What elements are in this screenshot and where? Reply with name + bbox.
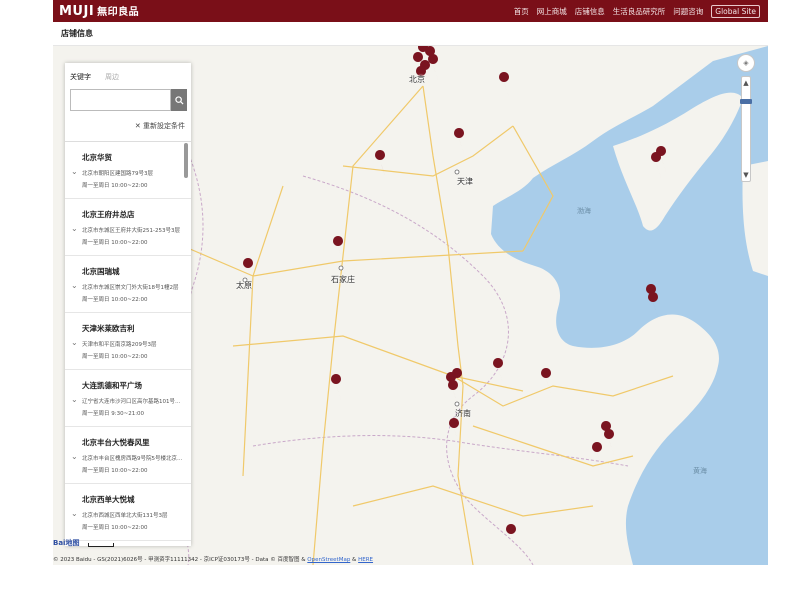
chevron-down-icon[interactable]: ⌄ (71, 224, 78, 233)
store-list-item[interactable]: ⌄ 北京华贸 北京市朝阳区建国路79号3层 周一至周日 10:00~22:00 (65, 142, 191, 199)
store-hours: 周一至周日 10:00~22:00 (82, 525, 148, 531)
province-border (252, 435, 629, 467)
chevron-down-icon[interactable]: ⌄ (71, 509, 78, 518)
top-navigation-bar: MUJI 無印良品 首页 网上商城 店铺信息 生活良品研究所 问题咨询 Globa… (53, 0, 768, 22)
logo-text: MUJI (59, 4, 95, 19)
store-name: 北京西单大悦城 (82, 495, 135, 504)
store-address: 北京市朝阳区建国路79号3层 (82, 171, 153, 177)
chevron-down-icon[interactable]: ⌄ (71, 452, 78, 461)
store-hours: 周一至周日 9:30~21:00 (82, 411, 145, 417)
store-name: 天津米莱欧吉利 (82, 324, 135, 333)
store-pin (449, 418, 460, 444)
chevron-down-icon[interactable]: ⌄ (71, 167, 78, 176)
store-pin (499, 72, 510, 98)
store-list-scrollbar[interactable] (184, 143, 188, 178)
store-hours: 周一至周日 10:00~22:00 (82, 240, 148, 246)
search-input[interactable] (70, 89, 171, 111)
store-address: 北京市东城区王府井大街251-253号3层 (82, 228, 180, 234)
store-name: 北京王府井总店 (82, 210, 135, 219)
store-address: 辽宁省大连市沙河口区高尔基路101号大… (82, 399, 184, 405)
zoom-in-icon[interactable]: ▲ (742, 79, 750, 87)
nav-online-store[interactable]: 网上商城 (537, 6, 567, 17)
store-hours: 周一至周日 10:00~22:00 (82, 468, 148, 474)
zoom-slider-handle[interactable] (740, 99, 752, 104)
store-pin (331, 374, 342, 400)
store-list-item[interactable]: ⌄ 北京丰台大悦春风里 北京市丰台区槐房西路9号院5号楼北京丰… 周一至周日 1… (65, 427, 191, 484)
store-pin (506, 524, 517, 550)
search-tabs: 关键字 周边 (65, 63, 191, 88)
store-pin (454, 128, 465, 154)
search-icon (174, 95, 184, 105)
tab-keyword[interactable]: 关键字 (70, 72, 91, 88)
store-address: 北京市东城区崇文门外大街18号1幢2层 (82, 285, 179, 291)
nav-global-site[interactable]: Global Site (711, 5, 760, 18)
attribution-separator: & (350, 557, 359, 563)
store-name: 北京国瑞城 (82, 267, 120, 276)
store-search-panel: 关键字 周边 ✕ 重新設定条件 ⌄ 北京华贸 北京市朝阳区建国路79号3层 周一… (65, 63, 191, 546)
store-name: 大连凯德和平广场 (82, 381, 142, 390)
map-attribution: © 2023 Baidu - GS(2021)6026号 - 甲测资字11111… (53, 555, 373, 563)
store-hours: 周一至周日 10:00~22:00 (82, 354, 148, 360)
store-list-item[interactable]: ⌄ 大连凯德和平广场 辽宁省大连市沙河口区高尔基路101号大… 周一至周日 9:… (65, 370, 191, 427)
sea-label-bohai: 渤海 (577, 207, 591, 215)
zoom-slider[interactable]: ▲ ▼ (740, 76, 752, 182)
store-name: 北京丰台大悦春风里 (82, 438, 150, 447)
search-button[interactable] (171, 89, 187, 111)
city-label-jinan: 济南 (455, 409, 471, 418)
chevron-down-icon[interactable]: ⌄ (71, 395, 78, 404)
compass-icon[interactable]: ◈ (737, 54, 755, 72)
store-pin (333, 236, 344, 262)
baidu-map-logo[interactable]: Bai地图 (53, 538, 79, 548)
store-address: 北京市丰台区槐房西路9号院5号楼北京丰… (82, 456, 184, 462)
page: MUJI 無印良品 首页 网上商城 店铺信息 生活良品研究所 问题咨询 Globa… (0, 0, 796, 600)
store-pin (493, 358, 504, 384)
osm-link[interactable]: OpenStreetMap (307, 557, 350, 563)
city-label-beijing: 北京 (409, 75, 425, 84)
store-pin (604, 429, 615, 455)
store-list-item[interactable]: ⌄ 北京国瑞城 北京市东城区崇文门外大街18号1幢2层 周一至周日 10:00~… (65, 256, 191, 313)
city-dots (242, 169, 460, 407)
attribution-text: © 2023 Baidu - GS(2021)6026号 - 甲测资字11111… (53, 557, 308, 563)
zoom-out-icon[interactable]: ▼ (742, 171, 750, 179)
page-subheader: 店铺信息 (53, 22, 768, 46)
nav-lab[interactable]: 生活良品研究所 (613, 6, 666, 17)
chevron-down-icon[interactable]: ⌄ (71, 281, 78, 290)
city-label-taiyuan: 太原 (236, 281, 252, 290)
logo-subtext: 無印良品 (97, 7, 140, 18)
main-nav: 首页 网上商城 店铺信息 生活良品研究所 问题咨询 Global Site (514, 5, 760, 18)
store-address: 北京市西城区西单北大街131号3层 (82, 513, 168, 519)
store-pin (375, 150, 386, 176)
store-list[interactable]: ⌄ 北京华贸 北京市朝阳区建国路79号3层 周一至周日 10:00~22:00 … (65, 141, 191, 546)
sea-label-yellow-sea: 黄海 (693, 467, 707, 475)
search-row (70, 89, 187, 111)
city-label-tianjin: 天津 (457, 177, 473, 186)
nav-home[interactable]: 首页 (514, 6, 529, 17)
page-title: 店铺信息 (61, 29, 93, 38)
nav-contact[interactable]: 问题咨询 (673, 6, 703, 17)
reset-conditions-link[interactable]: ✕ 重新設定条件 (135, 121, 185, 131)
store-address: 天津市和平区南京路209号3层 (82, 342, 157, 348)
nav-store-info[interactable]: 店铺信息 (575, 6, 605, 17)
here-link[interactable]: HERE (358, 557, 373, 563)
muji-logo[interactable]: MUJI 無印良品 (59, 3, 139, 19)
store-list-item[interactable]: ⌄ 北京西单大悦城 北京市西城区西单北大街131号3层 周一至周日 10:00~… (65, 484, 191, 541)
store-list-item[interactable]: ⌄ 北京王府井总店 北京市东城区王府井大街251-253号3层 周一至周日 10… (65, 199, 191, 256)
city-label-shijiazhuang: 石家庄 (331, 275, 355, 284)
chevron-down-icon[interactable]: ⌄ (71, 338, 78, 347)
map-zoom-control: ◈ ▲ ▼ (736, 54, 756, 182)
tab-nearby[interactable]: 周边 (105, 72, 119, 88)
store-list-item[interactable]: ⌄ 天津米莱欧吉利 天津市和平区南京路209号3层 周一至周日 10:00~22… (65, 313, 191, 370)
store-hours: 周一至周日 10:00~22:00 (82, 183, 148, 189)
map-scale-bar (88, 543, 114, 547)
store-name: 北京华贸 (82, 153, 112, 162)
store-hours: 周一至周日 10:00~22:00 (82, 297, 148, 303)
